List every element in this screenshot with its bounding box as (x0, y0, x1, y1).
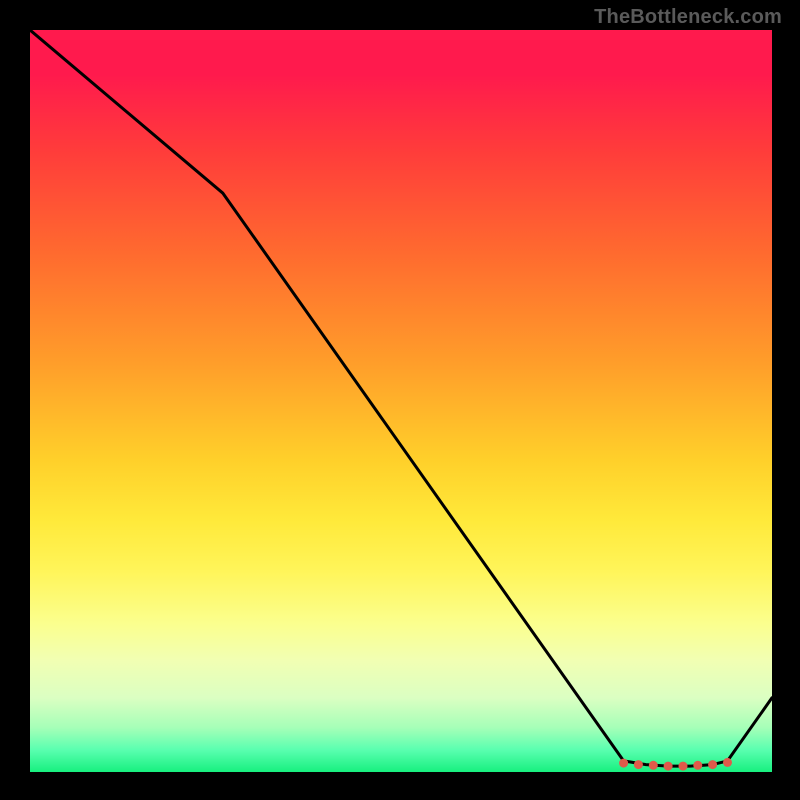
marker-dot (708, 760, 717, 769)
marker-dot (679, 762, 688, 771)
marker-dot (664, 762, 673, 771)
marker-dot (634, 760, 643, 769)
chart-svg (30, 30, 772, 772)
marker-dot (649, 761, 658, 770)
plot-area (30, 30, 772, 772)
marker-dot (693, 761, 702, 770)
watermark-text: TheBottleneck.com (594, 6, 782, 29)
marker-dot (619, 759, 628, 768)
marker-dot (723, 758, 732, 767)
marker-group (619, 758, 732, 771)
chart-frame: TheBottleneck.com (0, 0, 800, 800)
curve-path (30, 30, 772, 766)
